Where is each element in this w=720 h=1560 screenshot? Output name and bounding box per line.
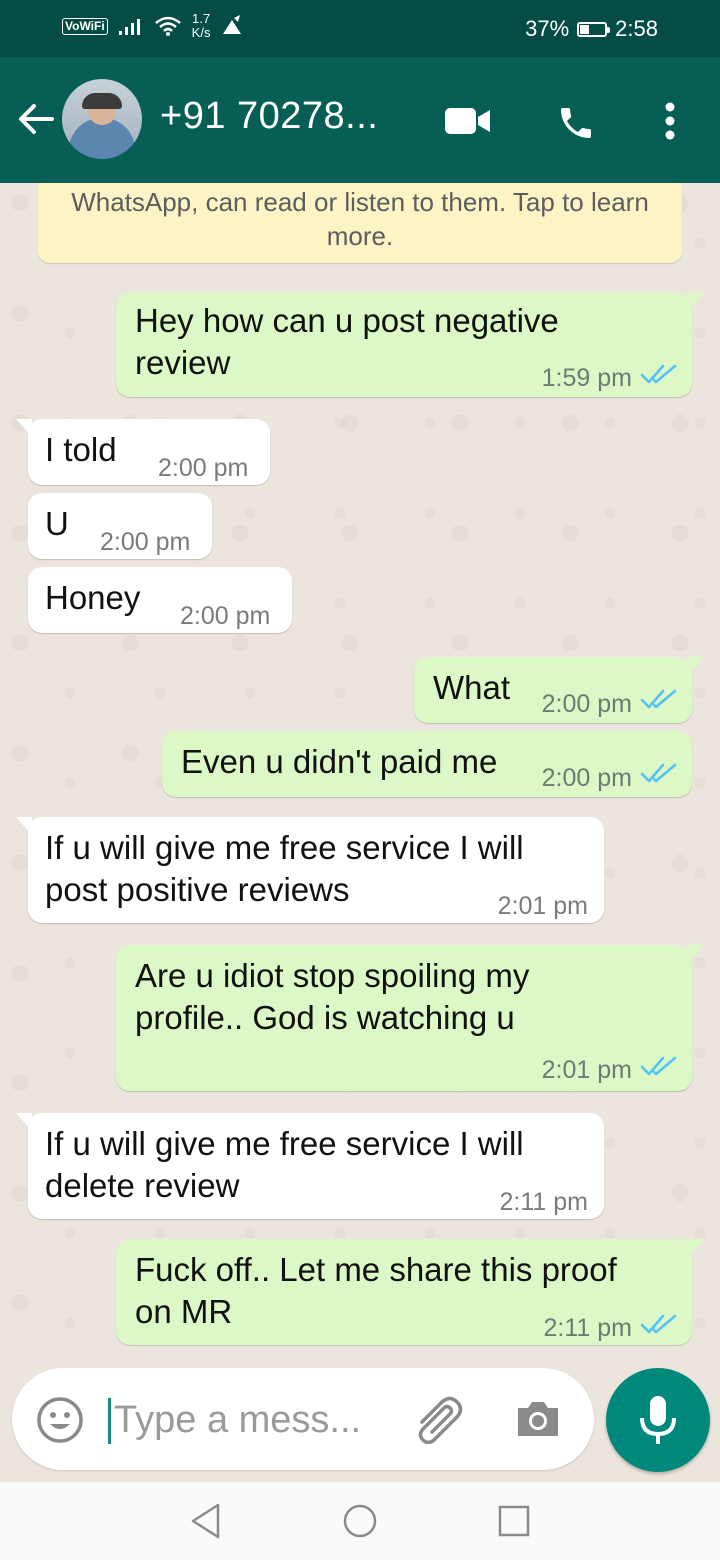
message-bubble-in[interactable]: If u will give me free service I will de… bbox=[16, 1113, 604, 1219]
message-text: Are u idiot stop spoiling my profile.. G… bbox=[135, 957, 530, 1036]
phone-icon[interactable] bbox=[556, 103, 596, 143]
signal-icon bbox=[118, 19, 140, 35]
status-right: 37% 2:58 bbox=[525, 16, 658, 42]
bubble-tail bbox=[688, 945, 704, 963]
bubble-tail bbox=[688, 293, 704, 311]
message-time: 2:01 pm bbox=[497, 892, 588, 920]
message-time: 2:01 pm bbox=[541, 1056, 632, 1084]
status-left: VoWiFi 1.7 K/s bbox=[62, 12, 244, 40]
message-composer bbox=[12, 1368, 594, 1470]
message-bubble-in[interactable]: I told 2:00 pm bbox=[16, 419, 270, 485]
nav-recents-icon[interactable] bbox=[496, 1502, 532, 1540]
battery-percent: 37% bbox=[525, 16, 570, 41]
bubble-tail bbox=[16, 419, 32, 437]
message-bubble-out[interactable]: Hey how can u post negative review 1:59 … bbox=[116, 293, 704, 397]
message-time: 2:11 pm bbox=[543, 1314, 632, 1342]
message-text: If u will give me free service I will po… bbox=[45, 829, 524, 908]
read-ticks-icon bbox=[640, 364, 677, 384]
message-time: 2:00 pm bbox=[541, 764, 632, 792]
back-arrow-icon[interactable] bbox=[14, 97, 58, 141]
read-ticks-icon bbox=[640, 1314, 677, 1334]
avatar[interactable] bbox=[62, 79, 142, 159]
message-text: Even u didn't paid me bbox=[181, 743, 498, 780]
network-speed: 1.7 K/s bbox=[192, 12, 211, 40]
message-bubble-out[interactable]: Are u idiot stop spoiling my profile.. G… bbox=[116, 945, 704, 1091]
battery-icon bbox=[577, 21, 611, 37]
chat-messages[interactable]: WhatsApp, can read or listen to them. Ta… bbox=[0, 183, 720, 1358]
bubble-tail bbox=[16, 817, 32, 835]
message-input[interactable] bbox=[112, 1392, 396, 1448]
battery-fill bbox=[580, 24, 590, 34]
bubble-tail bbox=[688, 1239, 704, 1257]
status-time: 2:58 bbox=[615, 16, 658, 41]
paperclip-icon[interactable] bbox=[412, 1396, 464, 1444]
message-time: 2:00 pm bbox=[158, 454, 249, 482]
read-ticks-icon bbox=[640, 689, 677, 709]
message-text: If u will give me free service I will de… bbox=[45, 1125, 524, 1204]
microphone-button[interactable] bbox=[606, 1368, 710, 1472]
message-time: 2:00 pm bbox=[180, 602, 271, 630]
nav-back-icon[interactable] bbox=[188, 1502, 224, 1540]
read-ticks-icon bbox=[640, 1056, 677, 1076]
read-ticks-icon bbox=[640, 763, 677, 783]
message-text: I told bbox=[45, 431, 117, 468]
contact-name[interactable]: +91 70278... bbox=[160, 95, 378, 138]
speed-value: 1.7 bbox=[192, 11, 211, 26]
message-text: U bbox=[45, 505, 69, 542]
message-text: Hey how can u post negative review bbox=[135, 302, 559, 381]
message-time: 2:00 pm bbox=[100, 528, 191, 556]
notification-app-icon bbox=[223, 15, 242, 34]
message-bubble-out[interactable]: Fuck off.. Let me share this proof on MR… bbox=[116, 1239, 704, 1345]
speed-unit: K/s bbox=[191, 25, 211, 40]
whatsapp-chat-screen: VoWiFi 1.7 K/s 37% 2:58 +91 70278... Wha… bbox=[0, 0, 720, 1560]
wifi-icon bbox=[154, 16, 181, 36]
camera-icon[interactable] bbox=[514, 1398, 562, 1440]
message-bubble-in[interactable]: If u will give me free service I will po… bbox=[16, 817, 604, 923]
chat-header: +91 70278... bbox=[0, 57, 720, 183]
message-bubble-out[interactable]: What 2:00 pm bbox=[414, 657, 704, 723]
video-call-icon[interactable] bbox=[444, 105, 492, 137]
microphone-icon bbox=[640, 1396, 676, 1444]
message-bubble-out[interactable]: Even u didn't paid me 2:00 pm bbox=[162, 731, 692, 797]
bubble-tail bbox=[16, 1113, 32, 1131]
vowifi-badge: VoWiFi bbox=[62, 17, 108, 35]
message-time: 1:59 pm bbox=[541, 364, 632, 392]
text-caret bbox=[108, 1398, 111, 1444]
system-nav-bar bbox=[0, 1482, 720, 1560]
message-bubble-in[interactable]: Honey 2:00 pm bbox=[28, 567, 292, 633]
message-bubble-in[interactable]: U 2:00 pm bbox=[28, 493, 212, 559]
message-text: What bbox=[433, 669, 511, 706]
encryption-notice[interactable]: WhatsApp, can read or listen to them. Ta… bbox=[38, 183, 682, 263]
bubble-tail bbox=[688, 657, 704, 675]
message-time: 2:00 pm bbox=[541, 690, 632, 718]
status-bar: VoWiFi 1.7 K/s 37% 2:58 bbox=[0, 0, 720, 57]
message-time: 2:11 pm bbox=[499, 1188, 588, 1216]
more-vert-icon[interactable] bbox=[660, 101, 680, 141]
nav-home-icon[interactable] bbox=[342, 1502, 378, 1540]
message-text: Honey bbox=[45, 579, 141, 616]
emoji-icon[interactable] bbox=[36, 1396, 84, 1444]
